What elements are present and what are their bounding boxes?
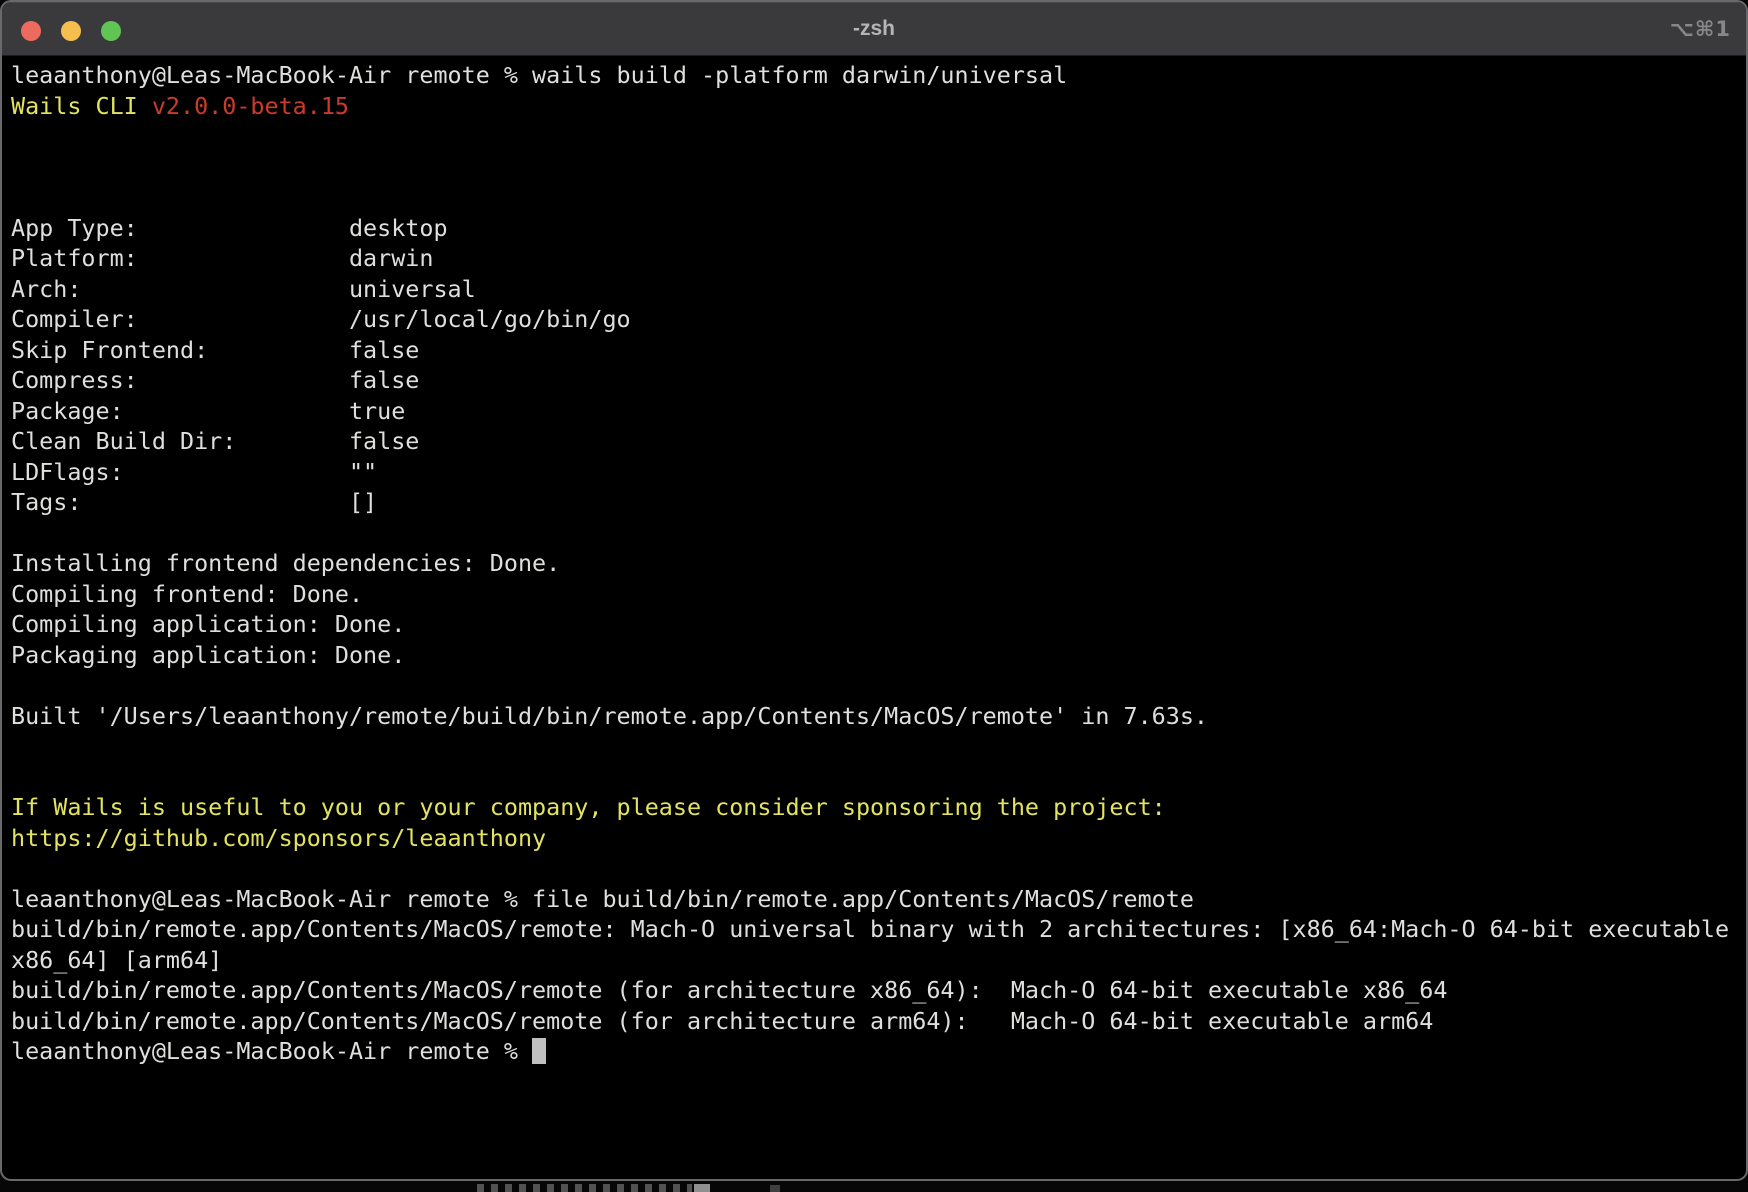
terminal-line: build/bin/remote.app/Contents/MacOS/remo…: [11, 975, 1746, 1006]
terminal-text: x86_64] [arm64]: [11, 946, 222, 974]
terminal-line: Compress: false: [11, 365, 1746, 396]
close-button[interactable]: [21, 21, 41, 41]
terminal-text: App Type: desktop: [11, 214, 448, 242]
titlebar[interactable]: -zsh ⌥⌘1: [2, 2, 1746, 56]
terminal-text: Tags: []: [11, 488, 377, 516]
terminal-text: leaanthony@Leas-MacBook-Air remote % wai…: [11, 61, 1067, 89]
terminal-text: https://github.com/sponsors/leaanthony: [11, 824, 546, 852]
terminal-line: Arch: universal: [11, 274, 1746, 305]
background-window-sliver: [770, 1185, 780, 1192]
terminal-text: Compiling application: Done.: [11, 610, 405, 638]
terminal-window: -zsh ⌥⌘1 leaanthony@Leas-MacBook-Air rem…: [0, 0, 1748, 1181]
terminal-text: Packaging application: Done.: [11, 641, 405, 669]
traffic-lights: [21, 21, 121, 41]
terminal-line: Compiler: /usr/local/go/bin/go: [11, 304, 1746, 335]
terminal-text: Platform: darwin: [11, 244, 433, 272]
terminal-text: build/bin/remote.app/Contents/MacOS/remo…: [11, 1007, 1433, 1035]
terminal-line: [11, 731, 1746, 762]
terminal-line: [11, 182, 1746, 213]
terminal-line: [11, 853, 1746, 884]
terminal-line: Tags: []: [11, 487, 1746, 518]
terminal-text: Built '/Users/leaanthony/remote/build/bi…: [11, 702, 1208, 730]
terminal-text: leaanthony@Leas-MacBook-Air remote % fil…: [11, 885, 1194, 913]
terminal-text: Package: true: [11, 397, 405, 425]
terminal-line: Packaging application: Done.: [11, 640, 1746, 671]
terminal-line: [11, 121, 1746, 152]
terminal-text: Compiler: /usr/local/go/bin/go: [11, 305, 631, 333]
terminal-line: x86_64] [arm64]: [11, 945, 1746, 976]
terminal-text: build/bin/remote.app/Contents/MacOS/remo…: [11, 976, 1447, 1004]
terminal-line: Clean Build Dir: false: [11, 426, 1746, 457]
window-title: -zsh: [2, 2, 1746, 55]
terminal-line: [11, 152, 1746, 183]
terminal-line: [11, 518, 1746, 549]
terminal-line: build/bin/remote.app/Contents/MacOS/remo…: [11, 1006, 1746, 1037]
terminal-text: Compress: false: [11, 366, 419, 394]
tab-shortcut-label: ⌥⌘1: [1670, 2, 1731, 55]
terminal-line: Package: true: [11, 396, 1746, 427]
terminal-text: Clean Build Dir: false: [11, 427, 419, 455]
terminal-line: LDFlags: "": [11, 457, 1746, 488]
terminal-line: Platform: darwin: [11, 243, 1746, 274]
terminal-text: Arch: universal: [11, 275, 476, 303]
terminal-line: Built '/Users/leaanthony/remote/build/bi…: [11, 701, 1746, 732]
terminal-text: leaanthony@Leas-MacBook-Air remote %: [11, 1037, 532, 1065]
cursor: [532, 1038, 546, 1064]
terminal-line: [11, 670, 1746, 701]
terminal-line: leaanthony@Leas-MacBook-Air remote % fil…: [11, 884, 1746, 915]
zoom-button[interactable]: [101, 21, 121, 41]
terminal-text: Compiling frontend: Done.: [11, 580, 363, 608]
background-window-sliver: [694, 1184, 710, 1192]
background-window-sliver: [477, 1184, 692, 1192]
terminal-text: Installing frontend dependencies: Done.: [11, 549, 560, 577]
terminal-line: Wails CLI v2.0.0-beta.15: [11, 91, 1746, 122]
terminal-line: https://github.com/sponsors/leaanthony: [11, 823, 1746, 854]
terminal-line: leaanthony@Leas-MacBook-Air remote % wai…: [11, 60, 1746, 91]
terminal-text: Skip Frontend: false: [11, 336, 419, 364]
terminal-text: If Wails is useful to you or your compan…: [11, 793, 1166, 821]
terminal-line: Installing frontend dependencies: Done.: [11, 548, 1746, 579]
terminal-content[interactable]: leaanthony@Leas-MacBook-Air remote % wai…: [2, 56, 1746, 1067]
terminal-line: Compiling frontend: Done.: [11, 579, 1746, 610]
terminal-line: Skip Frontend: false: [11, 335, 1746, 366]
minimize-button[interactable]: [61, 21, 81, 41]
terminal-line: build/bin/remote.app/Contents/MacOS/remo…: [11, 914, 1746, 945]
terminal-text: v2.0.0-beta.15: [152, 92, 349, 120]
terminal-text: Wails CLI: [11, 92, 152, 120]
terminal-line: Compiling application: Done.: [11, 609, 1746, 640]
terminal-line: App Type: desktop: [11, 213, 1746, 244]
terminal-line: [11, 762, 1746, 793]
terminal-line: If Wails is useful to you or your compan…: [11, 792, 1746, 823]
terminal-text: LDFlags: "": [11, 458, 377, 486]
terminal-line: leaanthony@Leas-MacBook-Air remote %: [11, 1036, 1746, 1067]
terminal-text: build/bin/remote.app/Contents/MacOS/remo…: [11, 915, 1729, 943]
